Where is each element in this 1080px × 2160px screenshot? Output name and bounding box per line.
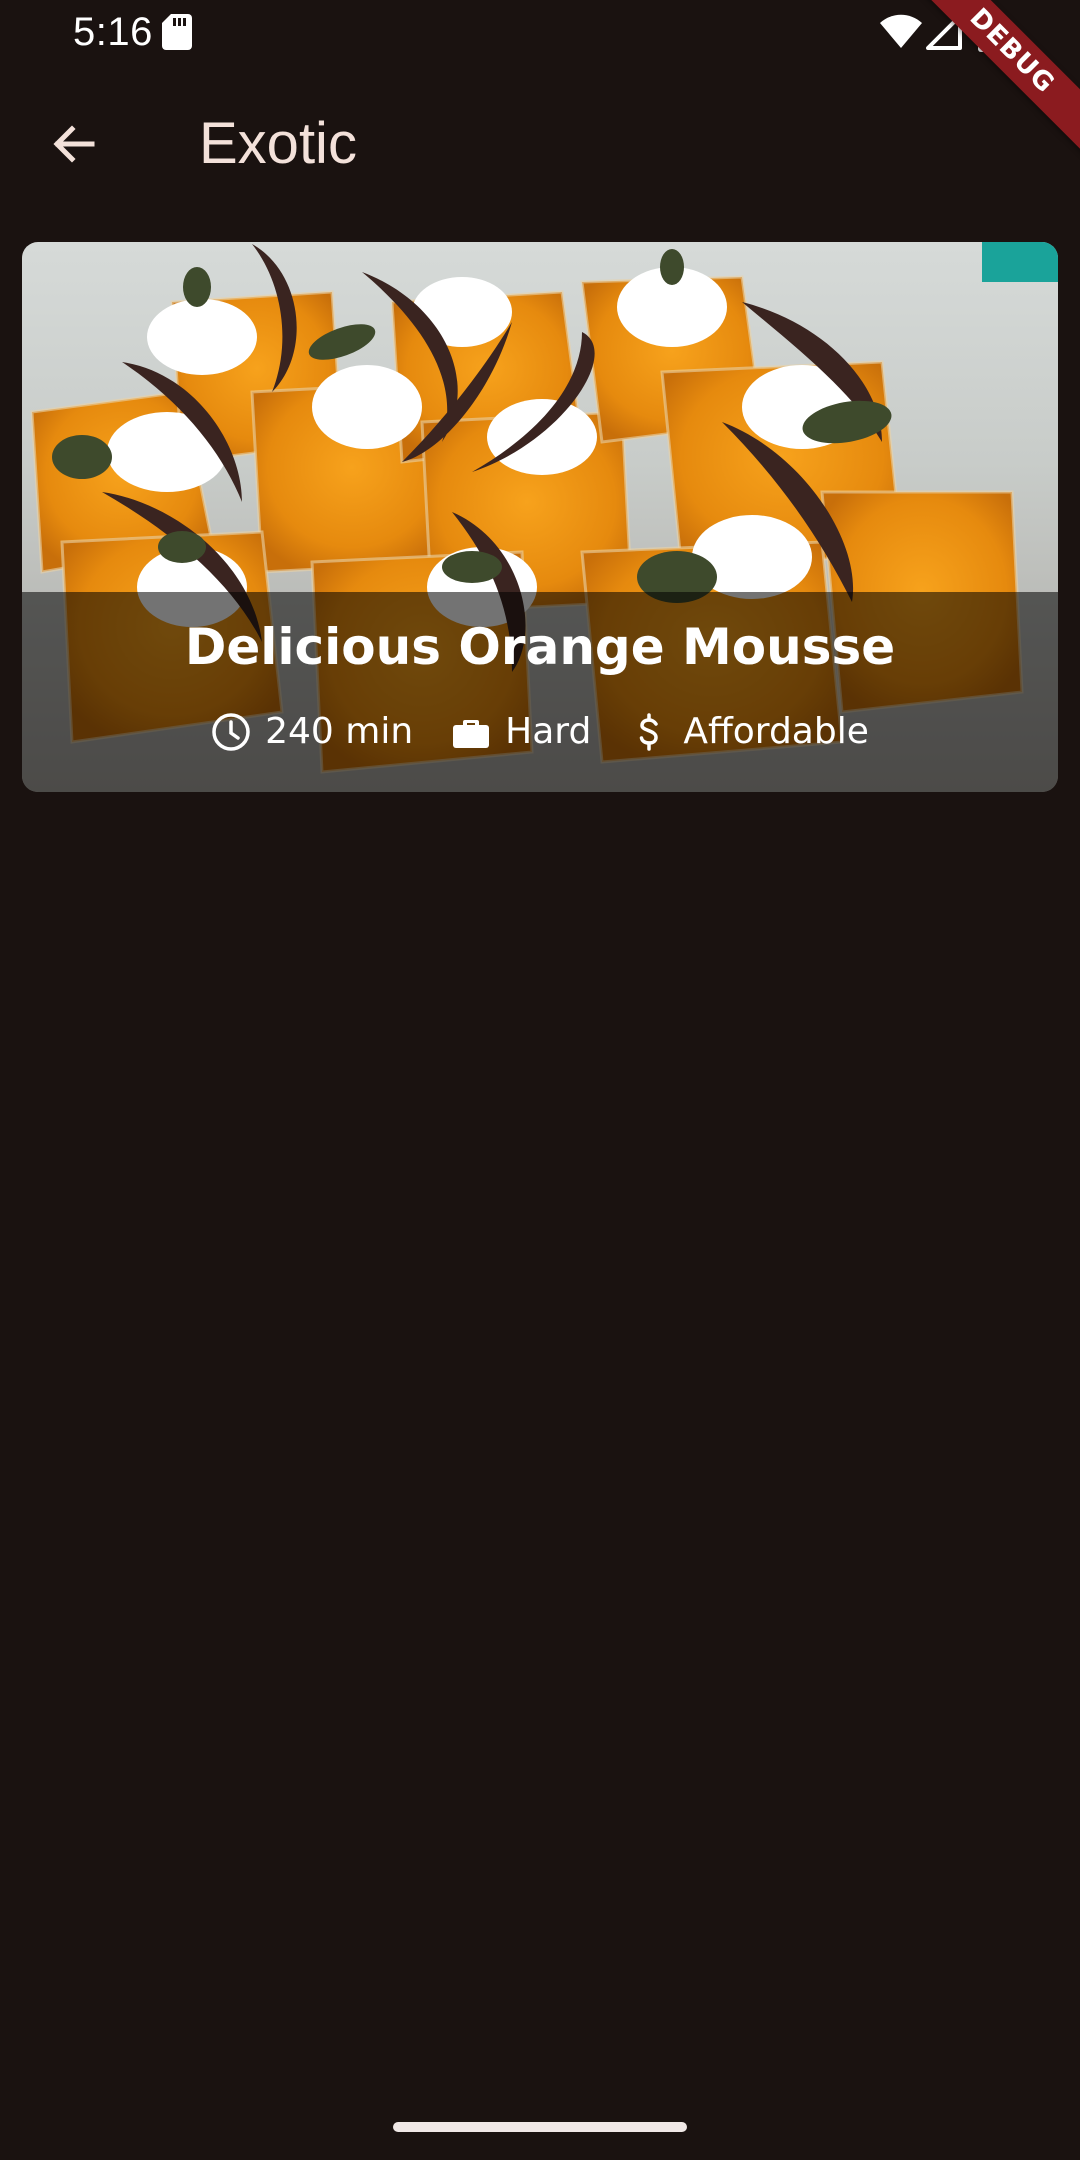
affordability-label: Affordable <box>683 711 869 752</box>
meal-card[interactable]: Delicious Orange Mousse 240 min Hard Aff… <box>22 242 1058 792</box>
meal-complexity: Hard <box>451 710 591 754</box>
meal-title: Delicious Orange Mousse <box>184 618 896 676</box>
wifi-icon <box>880 14 922 48</box>
briefcase-icon <box>453 720 490 748</box>
meal-info-overlay: Delicious Orange Mousse 240 min Hard Aff… <box>22 592 1058 792</box>
page-title: Exotic <box>199 111 357 176</box>
back-button[interactable] <box>38 108 110 180</box>
duration-label: 240 min <box>265 711 414 752</box>
gesture-navigation-bar[interactable] <box>393 2122 687 2132</box>
sd-card-icon <box>162 14 192 50</box>
app-bar: Exotic <box>0 66 1080 220</box>
clock-icon <box>212 713 250 751</box>
screen: 5:16 DEBUG Exotic Delicious Orange Mouss… <box>0 0 1080 2160</box>
meal-duration: 240 min <box>211 710 413 754</box>
status-time: 5:16 <box>73 10 153 54</box>
status-bar: 5:16 <box>0 0 1080 66</box>
meal-affordability: Affordable <box>629 710 869 754</box>
complexity-label: Hard <box>505 711 592 752</box>
meal-traits: 240 min Hard Affordable <box>22 710 1058 754</box>
dollar-icon <box>640 713 659 751</box>
arrow-back-icon <box>53 125 95 163</box>
